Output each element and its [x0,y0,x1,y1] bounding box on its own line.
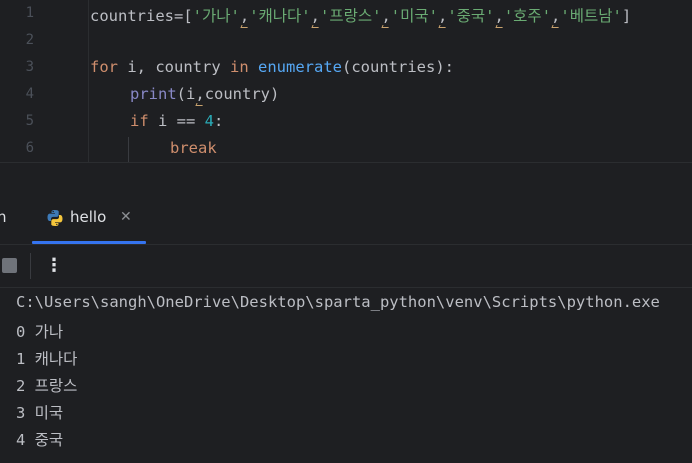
string-token: '중국' [447,7,495,25]
line-number: 5 [25,113,34,129]
indent-guide [128,137,129,162]
close-icon[interactable]: ✕ [120,209,132,225]
separator-token: , [494,7,504,25]
builtin-token: print [130,85,177,103]
active-tab-indicator [32,241,146,244]
gutter-divider [88,0,89,162]
tab-label: hello [70,208,107,226]
keyword-token: for [90,58,118,76]
line-number: 3 [25,59,34,75]
code-token: i, country [118,58,230,76]
separator-token: , [437,7,448,25]
separator-token: , [195,85,205,103]
keyword-token: break [170,139,217,157]
code-line-5[interactable]: if i == 4: [130,112,223,130]
toolbar-separator [30,253,31,279]
code-token: (countries): [342,58,454,76]
ide-window: 1 2 3 4 5 6 countries=['가나','캐나다','프랑스',… [0,0,692,463]
console-line: 2 프랑스 [16,377,78,395]
more-options-icon[interactable]: ⋮ [45,255,63,276]
line-number: 4 [25,86,34,102]
string-token: '프랑스' [319,7,382,25]
run-toolbar: ⋮ [0,245,692,288]
code-token: : [214,112,224,130]
tab-hello[interactable]: hello ✕ [32,192,146,244]
number-token: 4 [204,112,215,130]
console-line: 1 캐나다 [16,350,78,368]
console-line: 3 미국 [16,404,64,422]
console-line: 4 중국 [16,431,64,449]
function-token: enumerate [258,58,342,76]
code-token: countries=[ [90,7,193,25]
console-output[interactable]: C:\Users\sangh\OneDrive\Desktop\sparta_p… [0,288,692,463]
code-line-4[interactable]: print(i,country) [130,85,279,103]
code-line-1[interactable]: countries=['가나','캐나다','프랑스','미국','중국','호… [90,4,631,26]
code-token: ] [621,7,632,25]
string-token: '베트남' [560,7,622,25]
string-token: '가나' [192,7,240,25]
line-number-gutter: 1 2 3 4 5 6 [0,0,58,162]
console-line: 0 가나 [16,323,64,341]
code-line-6[interactable]: break [170,139,217,157]
panel-divider[interactable] [0,162,692,193]
string-token: '미국' [390,7,438,25]
code-line-3[interactable]: for i, country in enumerate(countries): [90,58,454,76]
separator-token: , [239,7,250,25]
line-number: 6 [25,140,34,156]
code-token: country) [204,85,280,103]
string-token: '호주' [503,7,552,25]
separator-token: , [310,7,320,25]
code-editor[interactable]: 1 2 3 4 5 6 countries=['가나','캐나다','프랑스',… [0,0,692,162]
separator-token: , [551,7,561,25]
keyword-token: in [229,58,249,76]
code-token: i == [148,112,205,130]
string-token: '캐나다' [249,7,311,25]
python-icon [47,210,63,226]
run-tool-window-header: n hello ✕ [0,192,692,245]
console-line: C:\Users\sangh\OneDrive\Desktop\sparta_p… [16,293,660,311]
line-number: 1 [25,5,34,21]
code-token: (i [176,85,196,103]
line-number: 2 [25,32,34,48]
run-panel-title: n [0,208,7,226]
stop-icon[interactable] [2,258,17,273]
keyword-token: if [130,112,149,130]
separator-token: , [381,7,391,25]
